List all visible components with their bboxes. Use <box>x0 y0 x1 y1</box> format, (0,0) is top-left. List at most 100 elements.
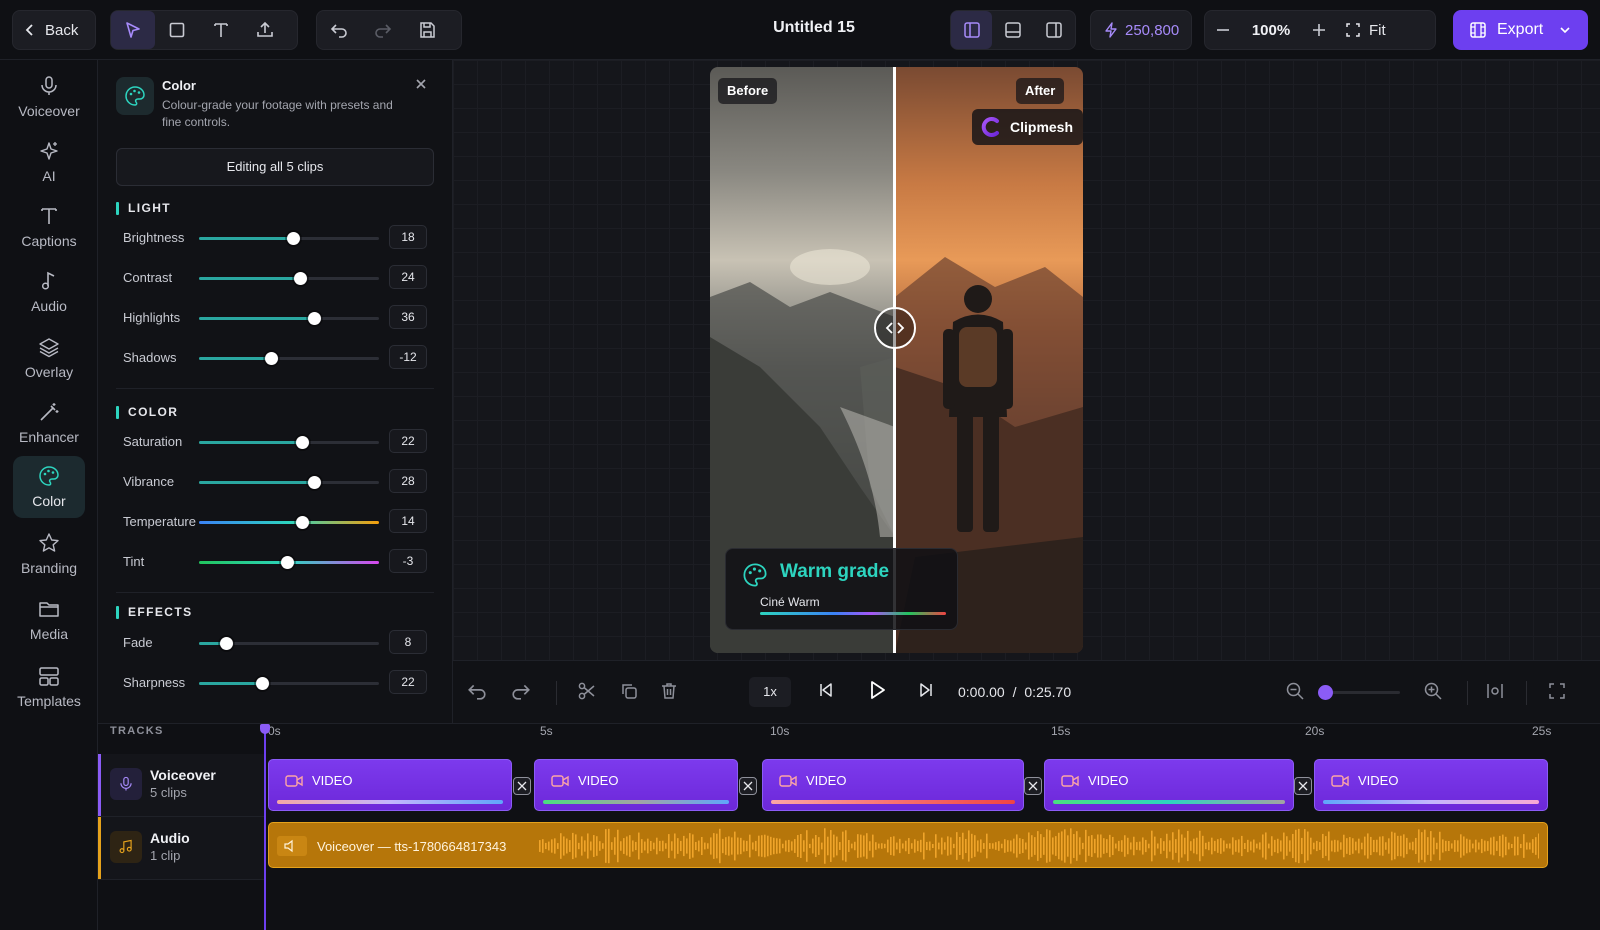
rail-item-voiceover[interactable]: Voiceover <box>13 66 85 128</box>
text-icon <box>214 23 228 37</box>
video-clip[interactable]: VIDEO <box>1044 759 1294 811</box>
slider-value[interactable]: 18 <box>389 225 427 249</box>
layout-bottom-button[interactable] <box>992 11 1033 49</box>
rail-label: Enhancer <box>19 429 79 445</box>
rail-item-audio[interactable]: Audio <box>13 261 85 323</box>
video-clip[interactable]: VIDEO <box>1314 759 1548 811</box>
plus-icon <box>1313 24 1325 36</box>
rail-item-branding[interactable]: Branding <box>13 523 85 585</box>
timeline: TRACKS 0s 5s 10s 15s 20s 25s Voiceover 5… <box>98 723 1600 930</box>
slider-value[interactable]: 22 <box>389 429 427 453</box>
slider-knob[interactable] <box>281 556 295 569</box>
layout-right-button[interactable] <box>1034 11 1075 49</box>
ruler-tick: 10s <box>770 724 790 738</box>
slider-track[interactable] <box>199 436 379 449</box>
slider-value[interactable]: 14 <box>389 509 427 533</box>
slider-knob[interactable] <box>265 352 278 365</box>
rail-item-media[interactable]: Media <box>13 589 85 651</box>
slider-track[interactable] <box>199 556 379 569</box>
select-tool-button[interactable] <box>111 11 155 49</box>
delete-button[interactable] <box>659 681 679 701</box>
rail-item-ai[interactable]: AI <box>13 131 85 193</box>
after-label: After <box>1016 78 1065 104</box>
timeline-zoom-slider[interactable] <box>1318 685 1400 700</box>
split-button[interactable] <box>577 681 597 701</box>
track-header-audio[interactable]: Audio 1 clip <box>98 817 264 880</box>
rail-item-color[interactable]: Color <box>13 456 85 518</box>
transition-button[interactable] <box>739 777 757 795</box>
slider-value[interactable]: 28 <box>389 469 427 493</box>
zoom-in-button[interactable] <box>1301 11 1337 49</box>
track-header-voiceover[interactable]: Voiceover 5 clips <box>98 754 264 817</box>
timeline-zoom-knob[interactable] <box>1318 685 1333 700</box>
slider-knob[interactable] <box>286 232 300 245</box>
slider-track[interactable] <box>199 272 379 285</box>
compare-handle[interactable] <box>874 307 916 349</box>
duplicate-button[interactable] <box>619 681 639 701</box>
slider-track[interactable] <box>199 476 379 489</box>
transition-button[interactable] <box>1294 777 1312 795</box>
redo-button[interactable] <box>361 11 405 49</box>
slider-track[interactable] <box>199 677 379 690</box>
playhead[interactable] <box>260 724 270 930</box>
slider-knob[interactable] <box>220 637 233 650</box>
export-button[interactable]: Export <box>1453 10 1588 50</box>
slider-highlights: Highlights 36 <box>123 305 435 331</box>
slider-value[interactable]: 36 <box>389 305 427 329</box>
transition-icon <box>1298 781 1308 791</box>
skip-back-button[interactable] <box>817 681 835 699</box>
slider-value[interactable]: -12 <box>389 345 427 369</box>
upload-button[interactable] <box>243 11 287 49</box>
timeline-zoom-in-button[interactable] <box>1423 681 1443 701</box>
slider-tint: Tint -3 <box>123 549 435 575</box>
slider-track[interactable] <box>199 232 379 245</box>
credits-badge[interactable]: 250,800 <box>1090 10 1192 50</box>
rail-item-enhancer[interactable]: Enhancer <box>13 392 85 454</box>
video-clip[interactable]: VIDEO <box>268 759 512 811</box>
save-button[interactable] <box>405 11 449 49</box>
slider-knob[interactable] <box>295 436 309 449</box>
project-title[interactable]: Untitled 15 <box>700 19 928 37</box>
redo-button[interactable] <box>511 681 531 701</box>
text-tool-button[interactable] <box>199 11 243 49</box>
slider-knob[interactable] <box>293 272 307 285</box>
close-button[interactable] <box>414 77 428 91</box>
slider-knob[interactable] <box>295 516 309 529</box>
back-button[interactable]: Back <box>12 10 96 50</box>
timeline-zoom-out-button[interactable] <box>1285 681 1305 701</box>
section-color-title: COLOR <box>116 405 178 419</box>
zoom-out-button[interactable] <box>1205 11 1241 49</box>
undo-button[interactable] <box>467 681 487 701</box>
skip-forward-button[interactable] <box>917 681 935 699</box>
rail-item-templates[interactable]: Templates <box>13 656 85 718</box>
play-button[interactable] <box>865 678 889 702</box>
slider-knob[interactable] <box>308 476 322 489</box>
fit-button[interactable]: Fit <box>1345 22 1386 39</box>
fit-timeline-button[interactable] <box>1485 681 1505 701</box>
slider-knob[interactable] <box>308 312 322 325</box>
rail-item-captions[interactable]: Captions <box>13 196 85 258</box>
video-preview[interactable]: Before After Clipmesh Warm grade Ciné Wa… <box>710 67 1083 653</box>
editing-all-clips-button[interactable]: Editing all 5 clips <box>116 148 434 186</box>
transition-button[interactable] <box>1024 777 1042 795</box>
slider-track[interactable] <box>199 637 379 650</box>
slider-value[interactable]: 24 <box>389 265 427 289</box>
video-clip[interactable]: VIDEO <box>534 759 738 811</box>
slider-value[interactable]: 22 <box>389 670 427 694</box>
playback-speed-button[interactable]: 1x <box>749 677 791 707</box>
slider-knob[interactable] <box>256 677 269 690</box>
fullscreen-button[interactable] <box>1547 681 1567 701</box>
rail-item-overlay[interactable]: Overlay <box>13 327 85 389</box>
slider-value[interactable]: 8 <box>389 630 427 654</box>
transition-button[interactable] <box>513 777 531 795</box>
slider-value[interactable]: -3 <box>389 549 427 573</box>
slider-track[interactable] <box>199 516 379 529</box>
audio-clip[interactable]: Voiceover — tts-1780664817343 <box>268 822 1548 868</box>
slider-track[interactable] <box>199 312 379 325</box>
shape-tool-button[interactable] <box>155 11 199 49</box>
video-clip[interactable]: VIDEO <box>762 759 1024 811</box>
undo-button[interactable] <box>317 11 361 49</box>
clip-color-strip <box>1323 800 1539 804</box>
layout-left-button[interactable] <box>951 11 993 49</box>
slider-track[interactable] <box>199 352 379 365</box>
